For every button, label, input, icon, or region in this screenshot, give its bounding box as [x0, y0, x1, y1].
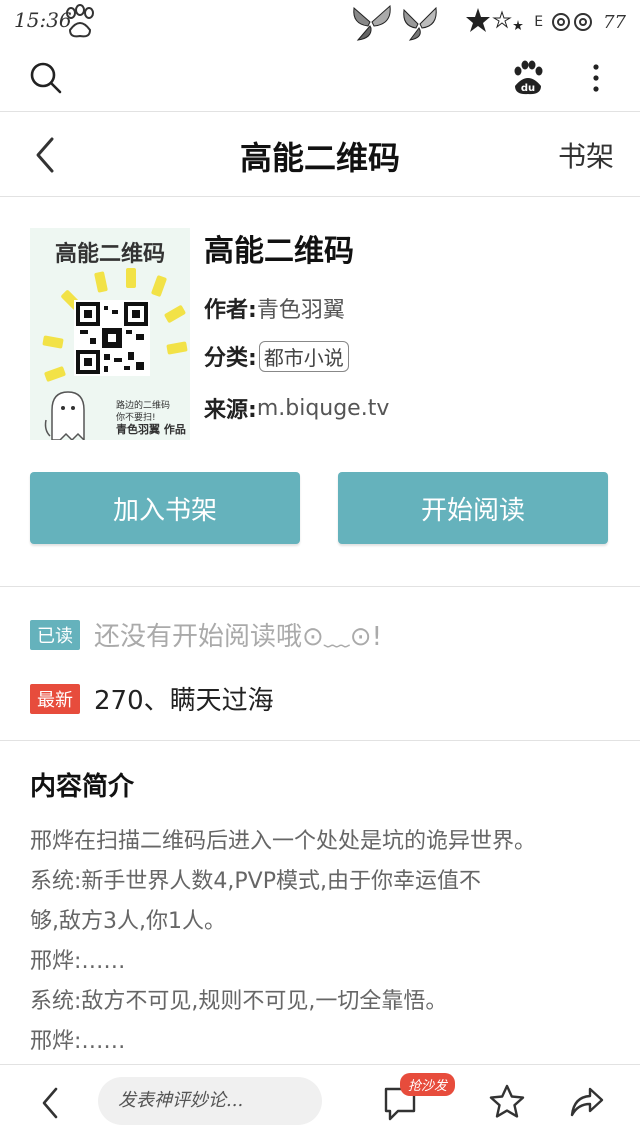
intro-body: 邢烨在扫描二维码后进入一个处处是坑的诡异世界。 系统:新手世界人数4,PVP模式… — [30, 822, 620, 1062]
category-row: 分类: 都市小说 — [204, 340, 349, 372]
battery-level: 77 — [603, 11, 626, 33]
read-badge: 已读 — [30, 619, 80, 650]
network-type: E — [534, 14, 544, 30]
back-arrow-icon[interactable] — [38, 1085, 62, 1121]
favorite-star-icon[interactable] — [488, 1083, 526, 1121]
book-cover-image: 高能二维码 路边的二维码 你不要扫! 青色羽翼 作品 — [30, 228, 190, 440]
add-to-shelf-button[interactable]: 加入书架 — [30, 472, 300, 544]
bottom-toolbar: 发表神评妙论... 抢沙发 — [0, 1064, 640, 1138]
more-menu-icon[interactable] — [584, 60, 608, 96]
comment-input[interactable]: 发表神评妙论... — [98, 1077, 322, 1125]
cover-note: 路边的二维码 你不要扫! 青色羽翼 作品 — [116, 401, 186, 436]
ghost-illustration-icon — [44, 391, 85, 440]
status-indicators: E 77 — [466, 6, 626, 38]
author-name[interactable]: 青色羽翼 — [257, 292, 345, 324]
qr-code-icon — [74, 300, 150, 376]
latest-chapter-text[interactable]: 270、瞒天过海 — [94, 680, 274, 717]
intro-line: 系统:敌方不可见,规则不可见,一切全靠悟。 — [30, 989, 448, 1014]
browser-toolbar: du — [0, 46, 640, 112]
butterfly-decoration-icon — [353, 4, 437, 41]
read-progress-row[interactable]: 已读 还没有开始阅读哦⊙﹏⊙! — [30, 616, 382, 653]
page-title: 高能二维码 — [239, 139, 400, 177]
latest-badge: 最新 — [30, 683, 80, 714]
category-tag[interactable]: 都市小说 — [258, 340, 349, 372]
author-label: 作者: — [204, 298, 257, 323]
source-url: m.biquge.tv — [256, 395, 390, 421]
author-row: 作者: 青色羽翼 — [204, 292, 345, 324]
page-header: 高能二维码 书架 — [0, 113, 640, 197]
section-divider — [0, 586, 640, 587]
intro-heading: 内容简介 — [30, 772, 135, 802]
paw-icon — [66, 4, 94, 38]
baidu-paw-icon[interactable]: du — [510, 60, 546, 96]
svg-text:du: du — [521, 83, 535, 94]
intro-line: 邢烨:…… — [30, 949, 126, 974]
category-label: 分类: — [204, 346, 257, 371]
search-icon[interactable] — [28, 60, 64, 96]
intro-line: 够,敌方3人,你1人。 — [30, 909, 226, 934]
intro-line: 邢烨:…… — [30, 1029, 126, 1054]
status-bar: 15:36 E 77 — [0, 0, 640, 46]
source-row: 来源: m.biquge.tv — [204, 392, 389, 424]
swirl-decoration-icon — [552, 13, 593, 31]
share-icon[interactable] — [568, 1083, 606, 1121]
source-label: 来源: — [204, 398, 257, 423]
read-progress-text: 还没有开始阅读哦⊙﹏⊙! — [94, 622, 382, 652]
section-divider — [0, 740, 640, 741]
latest-chapter-row[interactable]: 最新 270、瞒天过海 — [30, 680, 274, 717]
intro-line: 邢烨在扫描二维码后进入一个处处是坑的诡异世界。 — [30, 829, 537, 854]
intro-line: 系统:新手世界人数4,PVP模式,由于你幸运值不 — [30, 869, 481, 894]
bookshelf-link[interactable]: 书架 — [558, 135, 614, 175]
stars-decoration-icon — [466, 8, 524, 32]
comment-count-badge: 抢沙发 — [400, 1073, 456, 1096]
start-reading-button[interactable]: 开始阅读 — [338, 472, 608, 544]
book-title: 高能二维码 — [204, 234, 354, 269]
cover-title: 高能二维码 — [54, 242, 165, 267]
